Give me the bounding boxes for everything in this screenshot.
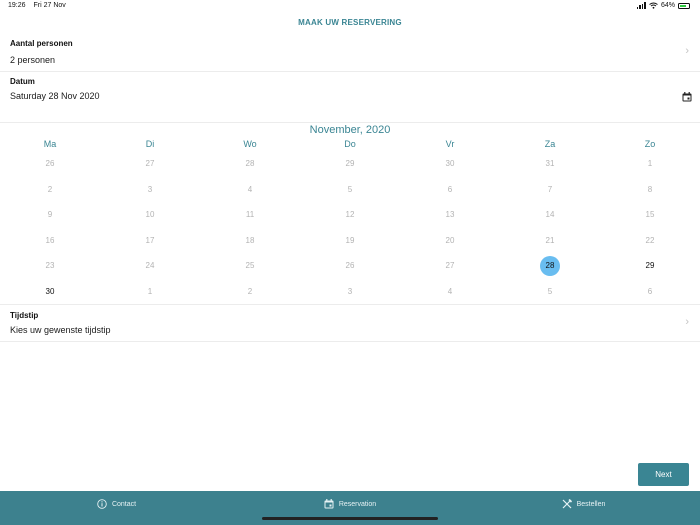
calendar-day: 8 bbox=[647, 184, 653, 194]
battery-icon bbox=[678, 2, 690, 9]
calendar-day: 30 bbox=[445, 159, 455, 169]
tab-reservation[interactable]: Reservation bbox=[233, 491, 467, 517]
calendar-day: 14 bbox=[545, 210, 555, 220]
calendar-day: 5 bbox=[347, 184, 353, 194]
calendar-day: 13 bbox=[445, 210, 455, 220]
calendar-day: 11 bbox=[245, 210, 255, 220]
calendar-icon[interactable] bbox=[682, 92, 692, 102]
calendar-day: 27 bbox=[445, 261, 455, 271]
weekday-label: Di bbox=[145, 139, 155, 149]
tab-order[interactable]: Bestellen bbox=[467, 491, 700, 517]
calendar-day: 25 bbox=[245, 261, 255, 271]
calendar-day: 17 bbox=[145, 235, 155, 245]
fork-knife-icon bbox=[562, 499, 572, 509]
calendar-weekday-header: Ma Di Wo Do Vr Za Zo bbox=[0, 139, 700, 149]
calendar-day: 29 bbox=[345, 159, 355, 169]
calendar-day: 28 bbox=[245, 159, 255, 169]
weekday-label: Vr bbox=[445, 139, 455, 149]
calendar-day: 2 bbox=[247, 286, 253, 296]
calendar-day: 26 bbox=[45, 159, 55, 169]
weekday-label: Za bbox=[544, 139, 556, 149]
status-date: Fri 27 Nov bbox=[33, 2, 66, 9]
date-label: Datum bbox=[10, 77, 35, 86]
status-bar: 19:26 Fri 27 Nov 64% bbox=[0, 0, 700, 12]
calendar-day: 16 bbox=[45, 235, 55, 245]
calendar-month-title: November, 2020 bbox=[309, 124, 391, 136]
weekday-label: Do bbox=[344, 139, 356, 149]
calendar-day: 31 bbox=[545, 159, 555, 169]
calendar-day: 20 bbox=[445, 235, 455, 245]
tab-contact-label: Contact bbox=[111, 500, 137, 508]
tab-reservation-label: Reservation bbox=[338, 500, 377, 508]
calendar-day: 9 bbox=[47, 210, 53, 220]
battery-percentage: 64% bbox=[660, 2, 675, 9]
persons-value: 2 personen bbox=[10, 55, 56, 65]
persons-field[interactable]: Aantal personen 2 personen › bbox=[0, 33, 700, 72]
calendar-day: 26 bbox=[345, 261, 355, 271]
tab-contact[interactable]: Contact bbox=[0, 491, 233, 517]
calendar-day: 19 bbox=[345, 235, 355, 245]
page-title: MAAK UW RESERVERING bbox=[298, 18, 402, 27]
info-icon bbox=[97, 499, 107, 509]
calendar-day: 15 bbox=[645, 210, 655, 220]
calendar-day: 23 bbox=[45, 261, 55, 271]
calendar-day: 4 bbox=[247, 184, 253, 194]
status-time: 19:26 bbox=[8, 2, 26, 9]
calendar-day: 24 bbox=[145, 261, 155, 271]
time-label: Tijdstip bbox=[10, 311, 39, 320]
wifi-icon bbox=[649, 2, 658, 9]
calendar-day: 5 bbox=[547, 286, 553, 296]
tab-order-label: Bestellen bbox=[576, 500, 606, 508]
calendar-day: 27 bbox=[145, 159, 155, 169]
time-field[interactable]: Tijdstip Kies uw gewenste tijdstip › bbox=[0, 304, 700, 342]
calendar-day: 2 bbox=[47, 184, 53, 194]
date-value: Saturday 28 Nov 2020 bbox=[10, 91, 100, 101]
calendar-day: 4 bbox=[447, 286, 453, 296]
home-indicator bbox=[262, 517, 438, 520]
calendar-day: 12 bbox=[345, 210, 355, 220]
calendar-grid: 26 27 28 29 30 31 1 2 3 4 5 6 7 8 9 10 1… bbox=[0, 151, 700, 304]
calendar-day: 10 bbox=[145, 210, 155, 220]
chevron-right-icon: › bbox=[685, 316, 689, 328]
calendar-day-available[interactable]: 30 bbox=[0, 279, 100, 305]
weekday-label: Zo bbox=[644, 139, 656, 149]
calendar-day-available[interactable]: 29 bbox=[600, 253, 700, 279]
calendar-day: 3 bbox=[347, 286, 353, 296]
calendar-day: 1 bbox=[647, 159, 653, 169]
time-placeholder: Kies uw gewenste tijdstip bbox=[10, 325, 111, 335]
calendar-day: 7 bbox=[547, 184, 553, 194]
next-button[interactable]: Next bbox=[638, 463, 689, 486]
calendar-day-selected[interactable]: 28 bbox=[500, 253, 600, 279]
date-field[interactable]: Datum Saturday 28 Nov 2020 bbox=[0, 72, 700, 123]
chevron-right-icon: › bbox=[685, 45, 689, 57]
weekday-label: Ma bbox=[43, 139, 57, 149]
calendar-day: 1 bbox=[147, 286, 153, 296]
calendar-day: 18 bbox=[245, 235, 255, 245]
persons-label: Aantal personen bbox=[10, 39, 73, 48]
weekday-label: Wo bbox=[243, 139, 257, 149]
calendar-icon bbox=[324, 499, 334, 509]
calendar-day: 22 bbox=[645, 235, 655, 245]
calendar-day: 3 bbox=[147, 184, 153, 194]
calendar-day: 6 bbox=[447, 184, 453, 194]
calendar-day: 6 bbox=[647, 286, 653, 296]
calendar-day: 21 bbox=[545, 235, 555, 245]
cellular-signal-icon bbox=[636, 2, 646, 9]
